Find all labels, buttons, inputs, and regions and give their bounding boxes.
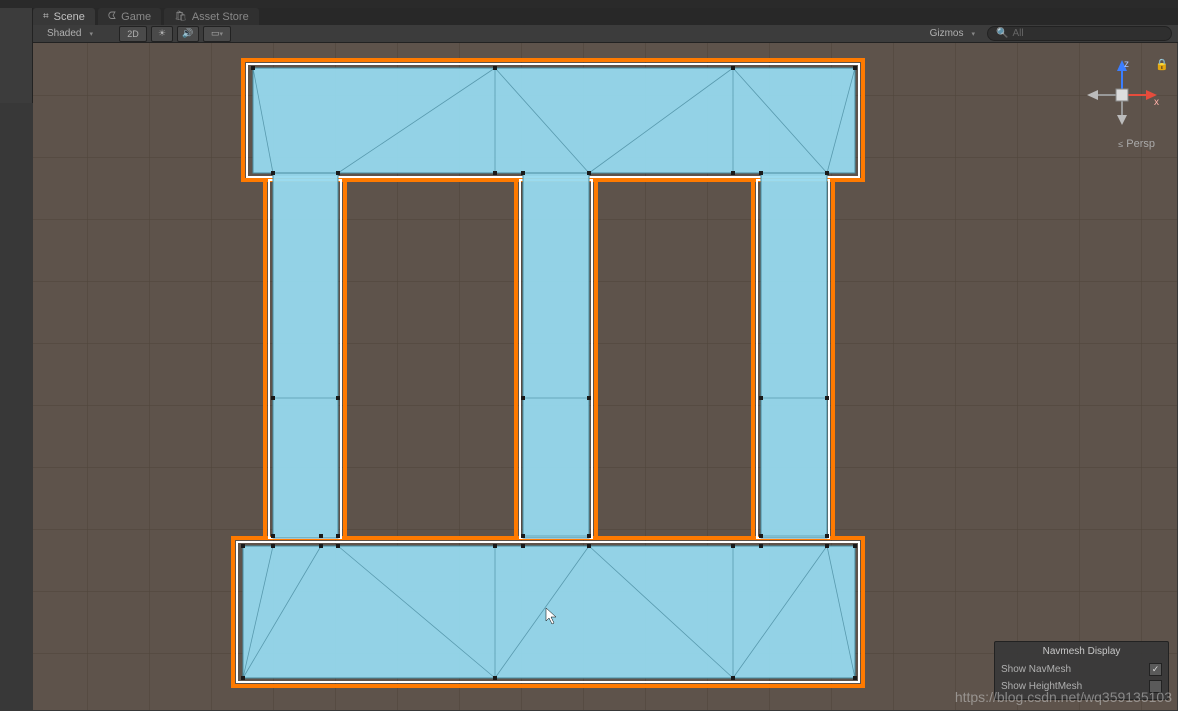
sun-icon: ☀ <box>158 28 166 39</box>
tabs-bar: ⌗ Scene ᗧ Game 🛍 Asset Store <box>33 8 1178 25</box>
navmesh-visualization <box>33 43 1177 710</box>
scene-viewport[interactable]: z x 🔒 ≤ Persp Navmesh Display Show NavMe… <box>33 43 1177 710</box>
search-icon: 🔍 <box>996 28 1008 39</box>
tab-scene-label: Scene <box>54 11 85 23</box>
dropdown-arrow-icon: ▾ <box>220 30 224 38</box>
svg-text:x: x <box>1154 97 1159 108</box>
top-bar <box>0 0 1178 8</box>
tab-scene[interactable]: ⌗ Scene <box>33 8 95 25</box>
lock-icon[interactable]: 🔒 <box>1155 58 1169 71</box>
search-placeholder: All <box>1012 28 1023 39</box>
shading-mode-label: Shaded <box>47 28 81 39</box>
mode-2d-button[interactable]: 2D <box>119 26 147 42</box>
svg-text:z: z <box>1124 59 1129 70</box>
asset-store-icon: 🛍 <box>174 11 187 22</box>
fx-icon: ▭ <box>211 28 220 39</box>
scene-toolbar: Shaded ▾ 2D ☀ 🔊 ▭ ▾ Gizmos ▾ 🔍 All <box>33 25 1178 43</box>
navmesh-panel-title: Navmesh Display <box>1001 644 1162 661</box>
show-navmesh-checkbox[interactable]: ✓ <box>1149 663 1162 676</box>
tab-asset-store[interactable]: 🛍 Asset Store <box>164 8 259 25</box>
persp-text: Persp <box>1126 138 1155 150</box>
left-sidebar <box>0 8 33 103</box>
audio-button[interactable]: 🔊 <box>177 26 199 42</box>
persp-arrow-icon: ≤ <box>1118 139 1123 149</box>
axis-gizmo-icon: z x <box>1082 55 1162 135</box>
mode-2d-label: 2D <box>127 29 139 39</box>
show-navmesh-label: Show NavMesh <box>1001 664 1071 675</box>
scene-icon: ⌗ <box>43 11 49 22</box>
persp-label[interactable]: ≤ Persp <box>1118 138 1155 150</box>
fx-button[interactable]: ▭ ▾ <box>203 26 231 42</box>
search-input[interactable]: 🔍 All <box>987 26 1172 41</box>
show-navmesh-row: Show NavMesh ✓ <box>1001 661 1162 678</box>
gizmos-dropdown[interactable]: Gizmos ▾ <box>922 27 983 40</box>
game-icon: ᗧ <box>108 11 116 22</box>
shading-mode-dropdown[interactable]: Shaded ▾ <box>39 27 101 40</box>
tab-game[interactable]: ᗧ Game <box>98 8 161 25</box>
dropdown-arrow-icon: ▾ <box>971 30 975 38</box>
lighting-button[interactable]: ☀ <box>151 26 173 42</box>
gizmos-label: Gizmos <box>930 28 964 39</box>
watermark: https://blog.csdn.net/wq359135103 <box>955 689 1172 705</box>
dropdown-arrow-icon: ▾ <box>89 30 93 38</box>
tab-asset-store-label: Asset Store <box>192 11 249 23</box>
audio-icon: 🔊 <box>182 28 193 39</box>
tab-game-label: Game <box>121 11 151 23</box>
